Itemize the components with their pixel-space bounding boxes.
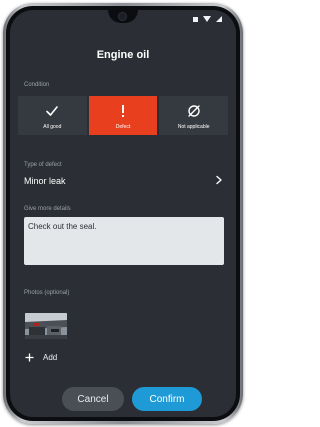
condition-option-all-good[interactable]: All good — [18, 96, 87, 135]
condition-option-label: Not applicable — [177, 124, 210, 130]
condition-option-not-applicable[interactable]: Not applicable — [159, 96, 229, 135]
condition-label: Condition — [24, 82, 50, 88]
cancel-button[interactable]: Cancel — [62, 387, 124, 411]
engine-photo-image — [25, 313, 67, 339]
engine-photo-thumbnail[interactable] — [25, 313, 67, 339]
page-title: Engine oil — [96, 49, 150, 61]
exclamation-icon — [122, 105, 124, 117]
camera-notch — [108, 10, 138, 23]
confirm-button[interactable]: Confirm — [132, 387, 202, 411]
phone-frame: Engine oil Condition All good Defect Not… — [3, 3, 243, 424]
add-photo-button[interactable]: Add — [25, 353, 57, 362]
defect-type-label: Type of defect — [24, 162, 62, 168]
condition-option-defect[interactable]: Defect — [88, 96, 158, 135]
status-bar-icons — [193, 16, 222, 22]
not-applicable-icon — [187, 105, 200, 117]
app-screen: Engine oil Condition All good Defect Not… — [10, 10, 236, 417]
phone-bezel: Engine oil Condition All good Defect Not… — [6, 6, 240, 421]
plus-icon — [25, 353, 34, 362]
details-label: Give more details — [24, 206, 71, 212]
photos-label: Photos (optional) — [24, 290, 70, 296]
details-textarea[interactable]: Check out the seal. — [24, 217, 224, 265]
chevron-right-icon[interactable] — [214, 175, 224, 185]
signal-icon — [216, 16, 222, 22]
condition-selector: All good Defect Not applicable — [18, 96, 229, 135]
front-camera-icon — [118, 12, 127, 21]
wifi-icon — [203, 16, 211, 22]
check-icon — [46, 106, 59, 116]
battery-icon — [193, 16, 198, 22]
defect-type-select[interactable]: Minor leak — [24, 176, 66, 186]
condition-option-label: Defect — [115, 124, 131, 130]
condition-option-label: All good — [43, 124, 62, 130]
add-photo-label: Add — [43, 353, 58, 362]
